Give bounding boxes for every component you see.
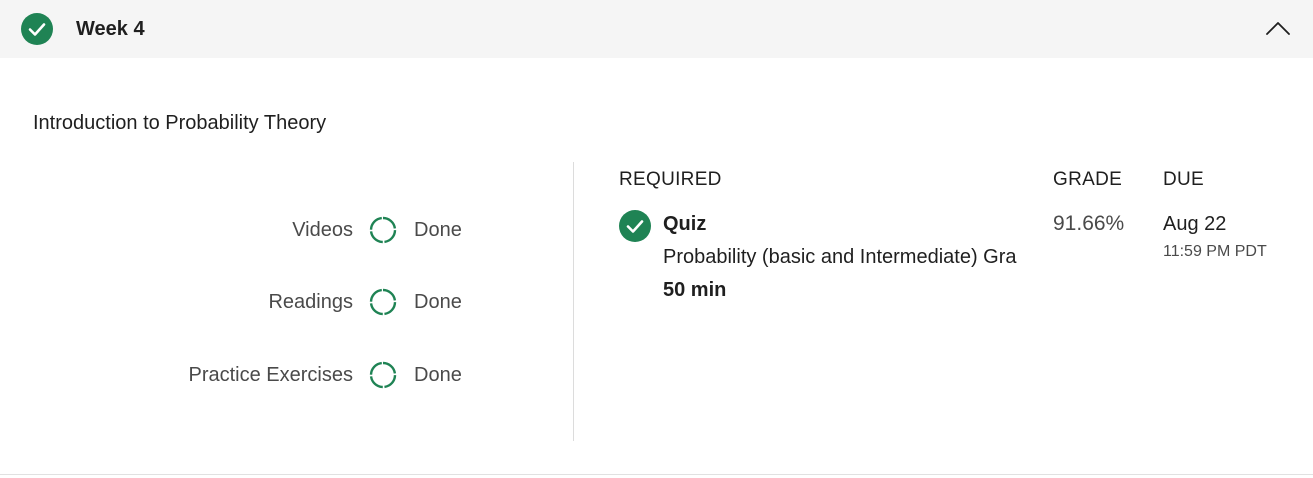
quiz-completed-check-icon — [619, 210, 651, 242]
section-title: Introduction to Probability Theory — [33, 112, 327, 134]
progress-status: Done — [414, 364, 462, 386]
progress-label: Practice Exercises — [188, 364, 354, 386]
assignment-title-link[interactable]: Probability (basic and Intermediate) Gra — [663, 244, 1029, 270]
progress-status: Done — [414, 291, 462, 313]
progress-row-videos: Videos Done — [0, 214, 560, 246]
assignment-type[interactable]: Quiz — [663, 211, 706, 237]
column-divider — [573, 162, 574, 441]
progress-row-readings: Readings Done — [0, 286, 560, 318]
week-header[interactable]: Week 4 — [0, 0, 1313, 58]
assignment-grade: 91.66% — [1053, 212, 1125, 235]
required-column-header: REQUIRED — [619, 169, 722, 190]
week-title: Week 4 — [76, 18, 145, 40]
progress-label: Videos — [292, 219, 353, 241]
week-completed-check-icon — [21, 13, 53, 45]
grade-column-header: GRADE — [1053, 169, 1123, 190]
assignment-duration: 50 min — [663, 279, 727, 301]
progress-ring-icon — [369, 361, 397, 389]
collapse-chevron-up-icon[interactable] — [1264, 18, 1292, 40]
progress-label: Readings — [268, 291, 353, 313]
progress-row-practice-exercises: Practice Exercises Done — [0, 359, 560, 391]
section-bottom-divider — [0, 474, 1313, 475]
progress-ring-icon — [369, 288, 397, 316]
progress-ring-icon — [369, 216, 397, 244]
due-column-header: DUE — [1163, 169, 1205, 190]
assignment-due-date: Aug 22 — [1163, 213, 1227, 235]
assignment-due-time: 11:59 PM PDT — [1163, 243, 1267, 260]
progress-status: Done — [414, 219, 462, 241]
